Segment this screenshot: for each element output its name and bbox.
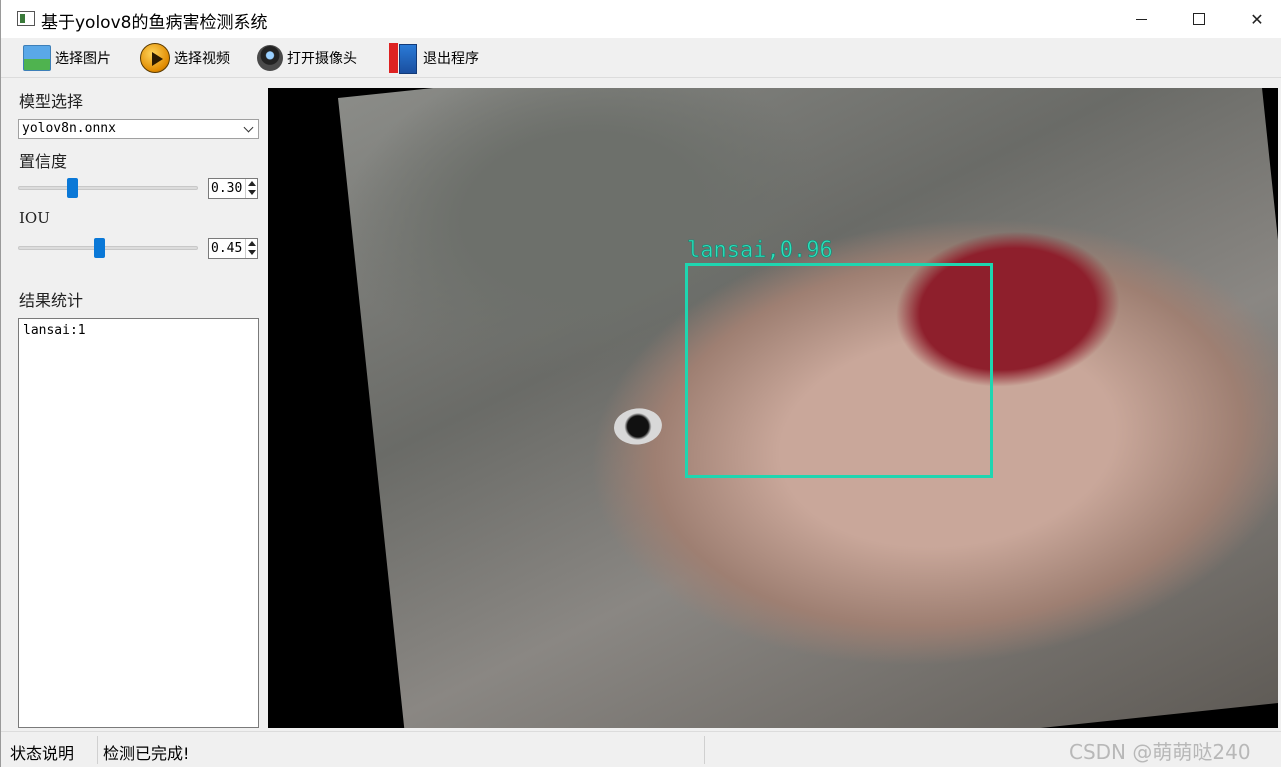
close-button[interactable]: ✕: [1228, 0, 1281, 38]
iou-stepper-icon[interactable]: [245, 239, 257, 258]
open-video-label: 选择视频: [174, 51, 230, 67]
model-label: 模型选择: [19, 92, 84, 111]
confidence-slider[interactable]: [18, 186, 198, 190]
iou-spinbox[interactable]: 0.45: [208, 238, 258, 259]
model-select-value: yolov8n.onnx: [22, 121, 116, 136]
status-label: 状态说明: [10, 744, 75, 763]
detection-box: [685, 263, 993, 478]
confidence-label: 置信度: [19, 152, 68, 171]
title-bar: 基于yolov8的鱼病害检测系统 ✕: [1, 0, 1281, 38]
confidence-value: 0.30: [211, 181, 243, 196]
iou-value: 0.45: [211, 241, 243, 256]
watermark: CSDN @萌萌哒240: [1069, 740, 1251, 764]
maximize-button[interactable]: [1170, 0, 1228, 38]
play-icon: [140, 43, 170, 73]
app-icon: [17, 11, 35, 26]
iou-label: IOU: [19, 209, 50, 227]
open-image-label: 选择图片: [55, 51, 111, 67]
model-select[interactable]: yolov8n.onnx: [18, 119, 259, 139]
confidence-slider-handle[interactable]: [66, 178, 78, 198]
open-video-button[interactable]: 选择视频: [140, 42, 230, 74]
iou-slider[interactable]: [18, 246, 198, 250]
open-image-button[interactable]: 选择图片: [23, 42, 111, 74]
chevron-down-icon: [243, 122, 254, 133]
confidence-stepper-icon[interactable]: [245, 179, 257, 198]
result-label: 结果统计: [19, 291, 84, 310]
fish-eye: [612, 406, 664, 447]
status-divider: [97, 736, 98, 764]
window-title: 基于yolov8的鱼病害检测系统: [41, 13, 268, 33]
result-text: lansai:1: [23, 323, 86, 338]
status-bar: 状态说明 检测已完成! CSDN @萌萌哒240: [1, 731, 1281, 767]
open-camera-button[interactable]: 打开摄像头: [257, 42, 357, 74]
image-viewer: lansai,0.96: [268, 88, 1278, 728]
detection-label: lansai,0.96: [687, 238, 833, 263]
image-icon: [23, 45, 51, 71]
exit-icon: [389, 43, 419, 74]
control-panel: 模型选择 yolov8n.onnx 置信度 0.30 IOU 0.45 结果统计…: [9, 80, 265, 732]
result-textbox[interactable]: lansai:1: [18, 318, 259, 728]
confidence-spinbox[interactable]: 0.30: [208, 178, 258, 199]
status-divider: [704, 736, 705, 764]
iou-slider-handle[interactable]: [93, 238, 105, 258]
exit-label: 退出程序: [423, 51, 479, 67]
minimize-button[interactable]: [1112, 0, 1170, 38]
toolbar: 选择图片 选择视频 打开摄像头 退出程序: [1, 38, 1281, 78]
app-window: 基于yolov8的鱼病害检测系统 ✕ 选择图片 选择视频 打开摄像头 退出程序 …: [0, 0, 1281, 767]
camera-icon: [257, 45, 283, 71]
status-message: 检测已完成!: [103, 744, 190, 763]
open-camera-label: 打开摄像头: [287, 51, 357, 67]
exit-button[interactable]: 退出程序: [389, 42, 479, 74]
